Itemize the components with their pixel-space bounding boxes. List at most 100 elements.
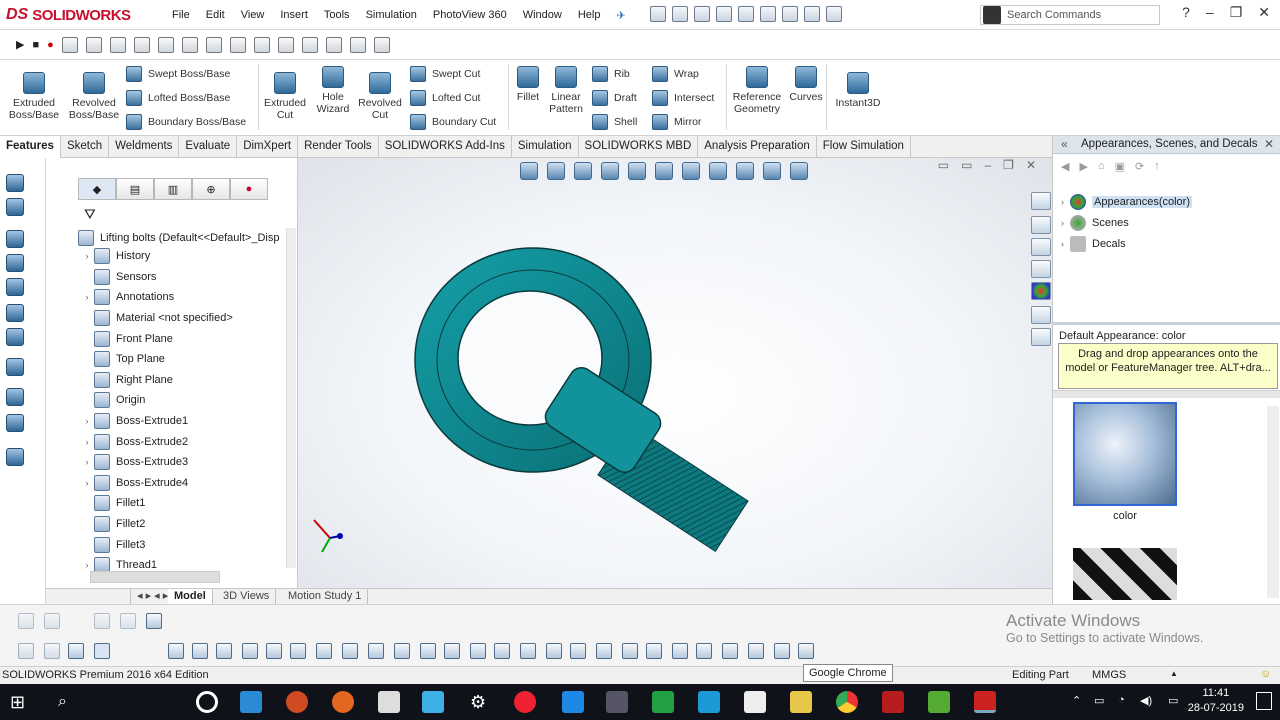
rib-button[interactable]: Rib — [592, 66, 630, 82]
boss-tool-icon[interactable] — [6, 230, 24, 248]
tree-item[interactable]: Fillet1 — [80, 493, 300, 514]
viewport-restore-icon[interactable]: ❐ — [1003, 158, 1014, 172]
reference-geometry-button[interactable]: Reference Geometry — [730, 66, 784, 115]
pin-icon[interactable]: ✈ — [608, 9, 633, 22]
check-icon[interactable] — [205, 36, 222, 53]
new-icon[interactable] — [650, 6, 666, 22]
mass-properties-icon[interactable] — [157, 36, 174, 53]
tree-item[interactable]: Material <not specified> — [80, 308, 300, 329]
menu-view[interactable]: View — [233, 9, 273, 21]
tab-analysis-preparation[interactable]: Analysis Preparation — [698, 136, 817, 158]
edrawings-taskbar-icon[interactable] — [928, 691, 950, 713]
design-library-icon[interactable] — [1031, 216, 1051, 234]
equations-icon[interactable] — [253, 36, 270, 53]
mirror-button[interactable]: Mirror — [652, 114, 701, 130]
forward-icon[interactable]: ▶ — [1079, 160, 1087, 173]
view-orientation-icon[interactable] — [655, 162, 673, 180]
restore-button[interactable]: ❐ — [1230, 4, 1243, 21]
task-view-icon[interactable] — [240, 691, 262, 713]
wrap-button[interactable]: Wrap — [652, 66, 699, 82]
viewport-minimize-icon[interactable]: – — [984, 158, 991, 172]
reload-icon[interactable] — [325, 36, 342, 53]
view-palette-icon[interactable] — [1031, 260, 1051, 278]
macro-edit-icon[interactable] — [61, 36, 78, 53]
view-settings-icon[interactable] — [790, 162, 808, 180]
filter-icon[interactable]: ⛛ — [84, 206, 96, 223]
tab-simulation[interactable]: Simulation — [512, 136, 579, 158]
tab-3d-views[interactable]: 3D Views — [217, 589, 277, 604]
pattern-tool-icon[interactable] — [6, 358, 24, 376]
up-icon[interactable]: ↑ — [1154, 160, 1160, 173]
keyboard-icon[interactable]: ▭ — [1168, 694, 1178, 707]
filter-faces-icon[interactable] — [216, 643, 232, 659]
lofted-cut-button[interactable]: Lofted Cut — [410, 90, 480, 106]
filter-weld-icon[interactable] — [570, 643, 586, 659]
shell-tool-icon[interactable] — [6, 304, 24, 322]
refresh-icon[interactable]: ⟳ — [1135, 160, 1144, 173]
shell-button[interactable]: Shell — [592, 114, 637, 130]
menu-edit[interactable]: Edit — [198, 9, 233, 21]
viewport-tile2-icon[interactable]: ▭ — [961, 158, 972, 172]
rebuild-icon[interactable] — [782, 6, 798, 22]
action-center-icon[interactable] — [1256, 692, 1272, 710]
hole-wizard-button[interactable]: Hole Wizard — [310, 66, 356, 115]
hide-show-items-icon[interactable] — [709, 162, 727, 180]
swept-boss-button[interactable]: Swept Boss/Base — [126, 66, 230, 82]
tab-features[interactable]: Features — [0, 136, 61, 158]
swept-cut-button[interactable]: Swept Cut — [410, 66, 480, 82]
tray-chevron-icon[interactable]: ⌃ — [1072, 694, 1081, 707]
file-properties-icon[interactable] — [804, 6, 820, 22]
task-pane-pin-icon[interactable]: ✕ — [1264, 137, 1274, 151]
menu-insert[interactable]: Insert — [272, 9, 316, 21]
feature-manager-tab-icon[interactable]: ◆ — [78, 178, 116, 200]
close-button[interactable]: ✕ — [1258, 4, 1270, 21]
menu-help[interactable]: Help — [570, 9, 609, 21]
filter-dowel-icon[interactable] — [646, 643, 662, 659]
filter-more-icon[interactable] — [798, 643, 814, 659]
boundary-boss-button[interactable]: Boundary Boss/Base — [126, 114, 246, 130]
sync-icon[interactable] — [562, 691, 584, 713]
tools-icon[interactable] — [301, 36, 318, 53]
tab-evaluate[interactable]: Evaluate — [179, 136, 238, 158]
filter-rigid-icon[interactable] — [774, 643, 790, 659]
chrome-icon[interactable] — [836, 691, 858, 713]
splitter-2[interactable] — [1053, 390, 1280, 398]
filter-cosmetic-icon[interactable] — [546, 643, 562, 659]
filter-edges-icon[interactable] — [192, 643, 208, 659]
search-commands[interactable]: Search Commands — [980, 5, 1160, 25]
cut-tool-icon[interactable] — [6, 198, 24, 216]
lofted-boss-button[interactable]: Lofted Boss/Base — [126, 90, 230, 106]
filter-center-icon[interactable] — [420, 643, 436, 659]
add-folder-icon[interactable]: ▣ — [1115, 160, 1125, 173]
appearance-swatch-2[interactable] — [1073, 548, 1177, 600]
curve-tool-icon[interactable] — [6, 414, 24, 432]
tool-icon[interactable] — [606, 691, 628, 713]
expand-arrow-icon[interactable]: › — [80, 478, 94, 488]
tab-render-tools[interactable]: Render Tools — [298, 136, 379, 158]
solidworks-logo[interactable]: DS SOLIDWORKS — [6, 4, 146, 26]
tree-item[interactable]: Front Plane — [80, 328, 300, 349]
tree-item[interactable]: Fillet2 — [80, 514, 300, 535]
notes-icon[interactable] — [422, 691, 444, 713]
export-icon[interactable] — [373, 36, 390, 53]
revolved-boss-button[interactable]: Revolved Boss/Base — [66, 72, 122, 121]
tab-model[interactable]: Model — [168, 589, 213, 604]
options-icon[interactable] — [826, 6, 842, 22]
volume-icon[interactable]: ◀) — [1140, 694, 1152, 707]
tab-motion-study[interactable]: Motion Study 1 — [282, 589, 369, 604]
camera-icon[interactable] — [744, 691, 766, 713]
cortana-icon[interactable] — [196, 691, 218, 713]
collapse-chevron-icon[interactable]: « — [1061, 137, 1068, 151]
file-explorer-taskbar-icon[interactable] — [790, 691, 812, 713]
filter-tolerance-icon[interactable] — [494, 643, 510, 659]
print-icon[interactable] — [716, 6, 732, 22]
filter-midpoint-icon[interactable] — [394, 643, 410, 659]
filter-center-mark-icon[interactable] — [672, 643, 688, 659]
open-icon[interactable] — [672, 6, 688, 22]
annotation-icon[interactable] — [18, 613, 34, 629]
hole-tool-icon[interactable] — [6, 328, 24, 346]
boundary-cut-button[interactable]: Boundary Cut — [410, 114, 496, 130]
zoom-to-fit-icon[interactable] — [520, 162, 538, 180]
table-icon[interactable] — [94, 613, 110, 629]
filter-surface-icon[interactable] — [242, 643, 258, 659]
